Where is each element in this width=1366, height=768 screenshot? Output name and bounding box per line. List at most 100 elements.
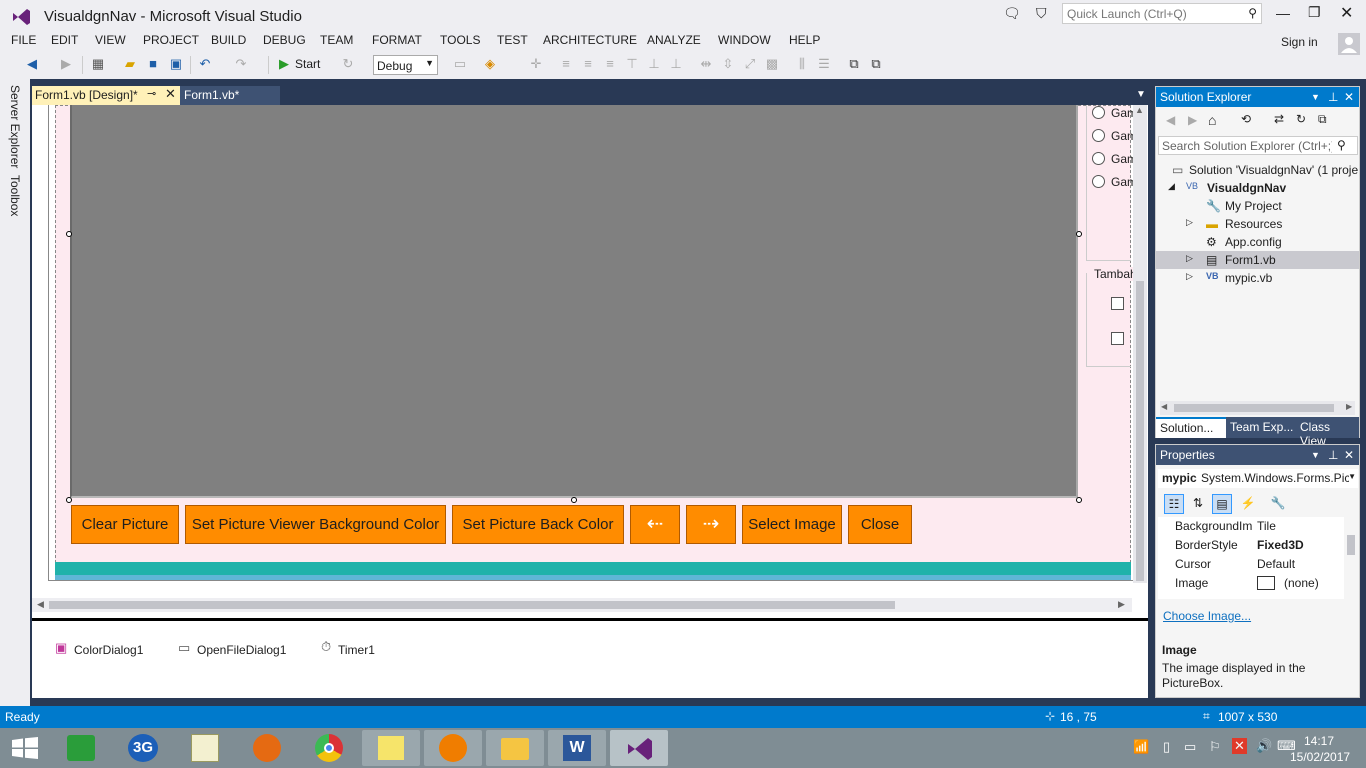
- horizontal-spacing-icon[interactable]: ⫼: [794, 56, 810, 72]
- align-center-icon[interactable]: ≡: [580, 56, 596, 72]
- sync-icon[interactable]: ⟲: [1241, 112, 1251, 126]
- scroll-left-icon[interactable]: ◀: [1161, 402, 1167, 411]
- pin-icon[interactable]: ⊸: [147, 87, 156, 100]
- menu-analyze[interactable]: ANALYZE: [647, 33, 701, 47]
- tray-timer[interactable]: Timer1: [338, 643, 375, 657]
- menu-team[interactable]: TEAM: [320, 33, 353, 47]
- close-window-button[interactable]: ✕: [1340, 3, 1353, 23]
- scrollbar-thumb[interactable]: [1174, 404, 1334, 412]
- menu-debug[interactable]: DEBUG: [263, 33, 306, 47]
- scroll-up-icon[interactable]: ▲: [1135, 105, 1144, 115]
- tab-solution-explorer[interactable]: Solution...: [1156, 417, 1226, 438]
- choose-image-link[interactable]: Choose Image...: [1163, 609, 1251, 623]
- menu-window[interactable]: WINDOW: [718, 33, 771, 47]
- debug-target-icon[interactable]: ▭: [452, 56, 468, 72]
- menu-format[interactable]: FORMAT: [372, 33, 422, 47]
- chart-app-taskbar-icon[interactable]: [176, 730, 234, 766]
- property-row[interactable]: BackgroundIm Tile: [1158, 517, 1348, 536]
- tab-class-view[interactable]: Class View: [1296, 417, 1359, 448]
- server-explorer-tab[interactable]: Server Explorer: [8, 85, 22, 168]
- previous-button[interactable]: ⇠: [630, 505, 680, 544]
- radio-button[interactable]: [1092, 152, 1105, 165]
- property-row[interactable]: Image (none): [1158, 574, 1348, 593]
- properties-view-icon[interactable]: ▤: [1212, 494, 1232, 514]
- tree-item-form1[interactable]: Form1.vb: [1225, 253, 1276, 267]
- tray-colordialog[interactable]: ColorDialog1: [74, 643, 143, 657]
- display-icon[interactable]: ▭: [1184, 739, 1196, 755]
- bring-to-front-icon[interactable]: ⧉: [846, 56, 862, 72]
- radio-button[interactable]: [1092, 106, 1105, 119]
- resize-handle[interactable]: [571, 497, 577, 503]
- close-icon[interactable]: ✕: [1344, 87, 1354, 107]
- solution-config-dropdown[interactable]: Debug ▼: [373, 55, 438, 75]
- tab-form-code[interactable]: Form1.vb*: [180, 86, 280, 105]
- tree-item-project[interactable]: VisualdgnNav: [1207, 181, 1286, 195]
- windows-start-icon[interactable]: [12, 737, 38, 759]
- forward-icon[interactable]: ▶: [58, 56, 74, 72]
- feedback-icon[interactable]: 🗨: [1003, 5, 1021, 22]
- radio-button[interactable]: [1092, 175, 1105, 188]
- modem-taskbar-icon[interactable]: 3G: [114, 730, 172, 766]
- firefox-taskbar-icon[interactable]: [238, 730, 296, 766]
- tray-openfiledialog[interactable]: OpenFileDialog1: [197, 643, 286, 657]
- menu-tools[interactable]: TOOLS: [440, 33, 480, 47]
- security-alert-icon[interactable]: ✕: [1232, 738, 1247, 754]
- clear-picture-button[interactable]: Clear Picture: [71, 505, 179, 544]
- close-tab-icon[interactable]: ✕: [165, 86, 176, 102]
- volume-icon[interactable]: 🔊: [1256, 738, 1272, 754]
- menu-architecture[interactable]: ARCHITECTURE: [543, 33, 637, 47]
- scroll-right-icon[interactable]: ▶: [1118, 599, 1125, 610]
- dropdown-icon[interactable]: ▼: [1311, 445, 1320, 465]
- back-icon[interactable]: ◀: [1166, 113, 1175, 127]
- back-icon[interactable]: ◀: [24, 56, 40, 72]
- object-selector[interactable]: mypic System.Windows.Forms.Pic ▼: [1158, 469, 1358, 488]
- align-top-icon[interactable]: ⊤: [624, 56, 640, 72]
- pin-icon[interactable]: ⊥: [1328, 445, 1338, 465]
- alphabetical-icon[interactable]: ⇅: [1188, 494, 1208, 514]
- checkbox[interactable]: [1111, 332, 1124, 345]
- switch-views-icon[interactable]: ⇄: [1274, 112, 1284, 126]
- scroll-left-icon[interactable]: ◀: [37, 599, 44, 610]
- tab-form-design[interactable]: Form1.vb [Design]* ⊸ ✕: [32, 86, 180, 105]
- same-size-icon[interactable]: ⤢: [742, 56, 758, 72]
- collapsed-arrow-icon[interactable]: ▷: [1186, 217, 1193, 228]
- menu-view[interactable]: VIEW: [95, 33, 126, 47]
- property-row[interactable]: Cursor Default: [1158, 555, 1348, 574]
- quick-launch-box[interactable]: Quick Launch (Ctrl+Q) ⚲: [1062, 3, 1262, 24]
- solution-search-input[interactable]: Search Solution Explorer (Ctrl+;) ⚲: [1158, 136, 1358, 155]
- radio-button[interactable]: [1092, 129, 1105, 142]
- tree-item-resources[interactable]: Resources: [1225, 217, 1282, 231]
- tree-item-solution[interactable]: Solution 'VisualdgnNav' (1 proje: [1189, 163, 1358, 177]
- collapsed-arrow-icon[interactable]: ▷: [1186, 271, 1193, 282]
- menu-file[interactable]: FILE: [11, 33, 36, 47]
- word-taskbar-icon[interactable]: W: [548, 730, 606, 766]
- resize-handle[interactable]: [66, 497, 72, 503]
- align-bottom-icon[interactable]: ⊥: [668, 56, 684, 72]
- close-button[interactable]: Close: [848, 505, 912, 544]
- collapsed-arrow-icon[interactable]: ▷: [1186, 253, 1193, 264]
- expanded-arrow-icon[interactable]: ◢: [1168, 181, 1175, 192]
- next-button[interactable]: ⇢: [686, 505, 736, 544]
- property-row[interactable]: BorderStyle Fixed3D: [1158, 536, 1348, 555]
- menu-project[interactable]: PROJECT: [143, 33, 199, 47]
- menu-test[interactable]: TEST: [497, 33, 528, 47]
- minimize-button[interactable]: —: [1276, 5, 1290, 21]
- menu-help[interactable]: HELP: [789, 33, 820, 47]
- align-left-icon[interactable]: ≡: [558, 56, 574, 72]
- save-all-icon[interactable]: ▣: [168, 56, 184, 72]
- mypic-picturebox[interactable]: [70, 105, 1078, 498]
- solution-hscrollbar[interactable]: ◀ ▶: [1160, 401, 1355, 415]
- size-to-grid-icon[interactable]: ▩: [764, 56, 780, 72]
- scrollbar-thumb[interactable]: [1136, 281, 1144, 581]
- menu-edit[interactable]: EDIT: [51, 33, 78, 47]
- tab-overflow-icon[interactable]: ▼: [1136, 89, 1146, 100]
- file-explorer-taskbar-icon[interactable]: [486, 730, 544, 766]
- find-icon[interactable]: ◈: [482, 56, 498, 72]
- horizontal-scrollbar[interactable]: ◀ ▶: [32, 598, 1132, 612]
- property-grid-scroll-thumb[interactable]: [1347, 535, 1355, 555]
- select-image-button[interactable]: Select Image: [742, 505, 842, 544]
- undo-icon[interactable]: ↶: [197, 56, 213, 72]
- forward-icon[interactable]: ▶: [1188, 113, 1197, 127]
- same-width-icon[interactable]: ⇹: [698, 56, 714, 72]
- save-icon[interactable]: ■: [145, 56, 161, 72]
